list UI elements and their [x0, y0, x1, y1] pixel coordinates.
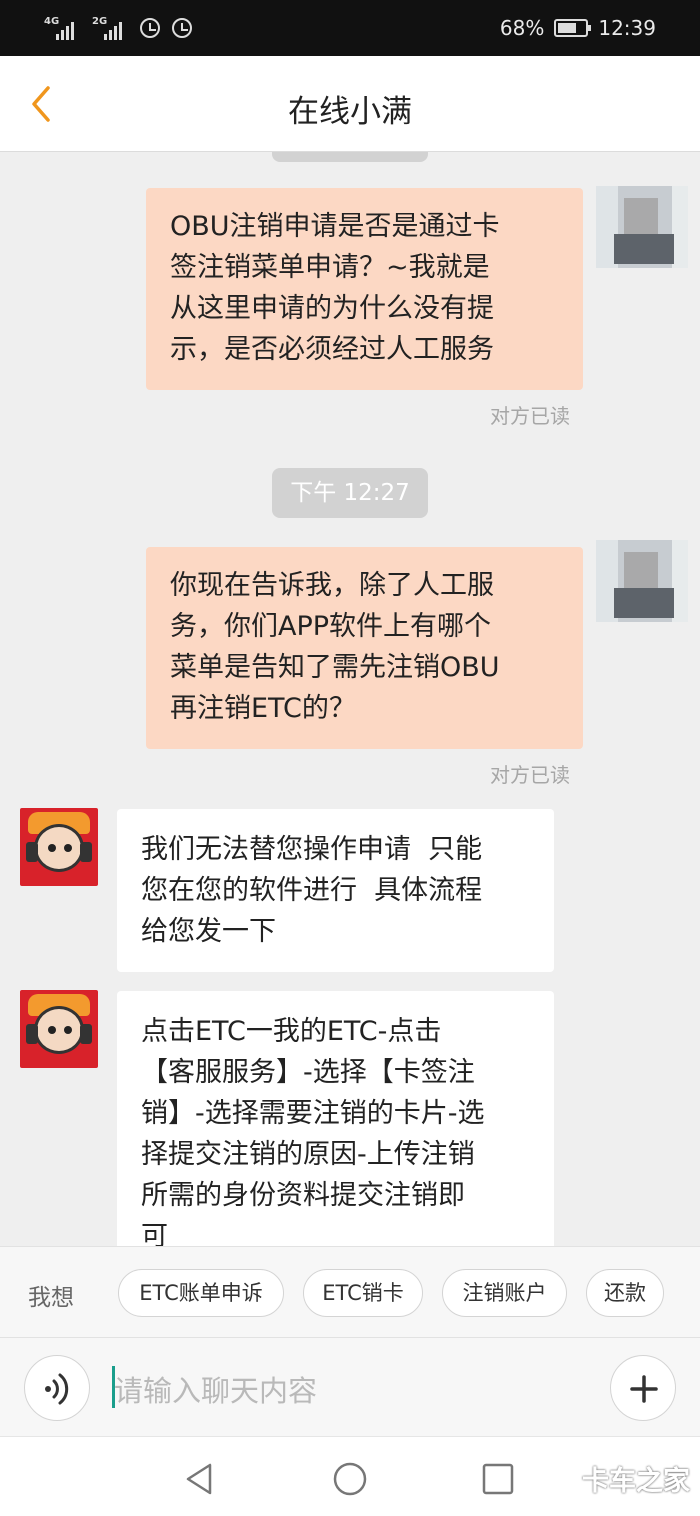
- quick-reply-etc-cancel-card[interactable]: ETC销卡: [303, 1269, 423, 1317]
- message-line: 签注销菜单申请？~我就是: [170, 252, 490, 283]
- message-line: 我们无法替您操作申请 只能: [141, 834, 483, 865]
- message-line: 所需的身份资料提交注销即: [141, 1180, 465, 1211]
- message-line: 销】-选择需要注销的卡片-选: [141, 1098, 485, 1129]
- triangle-back-icon: [186, 1463, 212, 1495]
- outgoing-message[interactable]: OBU注销申请是否是通过卡 签注销菜单申请？~我就是 从这里申请的为什么没有提 …: [146, 188, 583, 390]
- input-bar: 请输入聊天内容: [0, 1338, 700, 1436]
- battery-icon: [554, 19, 592, 37]
- quick-reply-etc-bill-appeal[interactable]: ETC账单申诉: [118, 1269, 284, 1317]
- read-status: 对方已读: [490, 404, 570, 428]
- clock: 12:39: [598, 16, 656, 40]
- incoming-message[interactable]: 我们无法替您操作申请 只能 您在您的软件进行 具体流程 给您发一下: [117, 809, 554, 972]
- quick-reply-repayment[interactable]: 还款: [586, 1269, 664, 1317]
- page-title: 在线小满: [288, 94, 412, 130]
- user-avatar[interactable]: [596, 186, 688, 268]
- app-header: 在线小满: [0, 56, 700, 152]
- signal-icon-2: 2G: [92, 16, 128, 40]
- plus-icon: [630, 1375, 658, 1403]
- voice-icon: [45, 1373, 69, 1405]
- signal-icon: 4G: [44, 16, 80, 40]
- message-line: 您在您的软件进行 具体流程: [141, 875, 483, 906]
- message-line: 择提交注销的原因-上传注销: [141, 1139, 475, 1170]
- message-line: 再注销ETC的？: [170, 693, 356, 724]
- message-line: 菜单是告知了需先注销OBU: [170, 652, 500, 683]
- quick-reply-bar: 我想 ETC账单申诉 ETC销卡 注销账户 还款: [0, 1246, 700, 1338]
- timestamp-pill: 下午 12:27: [272, 468, 428, 518]
- message-line: 可: [141, 1221, 168, 1246]
- quick-reply-close-account[interactable]: 注销账户: [442, 1269, 567, 1317]
- incoming-message[interactable]: 点击ETC一我的ETC-点击 【客服服务】-选择【卡签注 销】-选择需要注销的卡…: [117, 991, 554, 1246]
- chat-list[interactable]: OBU注销申请是否是通过卡 签注销菜单申请？~我就是 从这里申请的为什么没有提 …: [0, 152, 700, 1246]
- more-actions-button[interactable]: [610, 1355, 676, 1421]
- status-bar: 4G 2G 68% 12:39: [0, 0, 700, 56]
- quick-reply-label: 我想: [28, 1285, 74, 1311]
- message-line: 给您发一下: [141, 916, 276, 947]
- message-line: 你现在告诉我，除了人工服: [170, 570, 494, 601]
- timestamp-pill-partial: [272, 152, 428, 162]
- agent-avatar[interactable]: [20, 990, 98, 1068]
- nav-home-button[interactable]: [330, 1459, 370, 1499]
- system-nav-bar: 卡车之家: [0, 1436, 700, 1516]
- message-line: 【客服服务】-选择【卡签注: [141, 1057, 475, 1088]
- message-input-placeholder: 请输入聊天内容: [114, 1374, 318, 1408]
- square-recents-icon: [482, 1463, 514, 1495]
- message-line: 从这里申请的为什么没有提: [170, 293, 494, 324]
- nav-back-button[interactable]: [180, 1459, 220, 1499]
- watermark: 卡车之家: [582, 1466, 690, 1497]
- alarm-icon: [140, 18, 160, 38]
- nav-recents-button[interactable]: [478, 1459, 518, 1499]
- circle-home-icon: [333, 1462, 367, 1496]
- message-input[interactable]: 请输入聊天内容: [112, 1360, 582, 1414]
- message-line: OBU注销申请是否是通过卡: [170, 211, 500, 242]
- read-status: 对方已读: [490, 763, 570, 787]
- voice-button[interactable]: [24, 1355, 90, 1421]
- battery-percent: 68%: [499, 16, 545, 40]
- agent-avatar[interactable]: [20, 808, 98, 886]
- user-avatar[interactable]: [596, 540, 688, 622]
- hand-icon: [172, 18, 192, 38]
- message-line: 示，是否必须经过人工服务: [170, 334, 494, 365]
- message-line: 务，你们APP软件上有哪个: [170, 611, 492, 642]
- message-line: 点击ETC一我的ETC-点击: [141, 1016, 442, 1047]
- outgoing-message[interactable]: 你现在告诉我，除了人工服 务，你们APP软件上有哪个 菜单是告知了需先注销OBU…: [146, 547, 583, 749]
